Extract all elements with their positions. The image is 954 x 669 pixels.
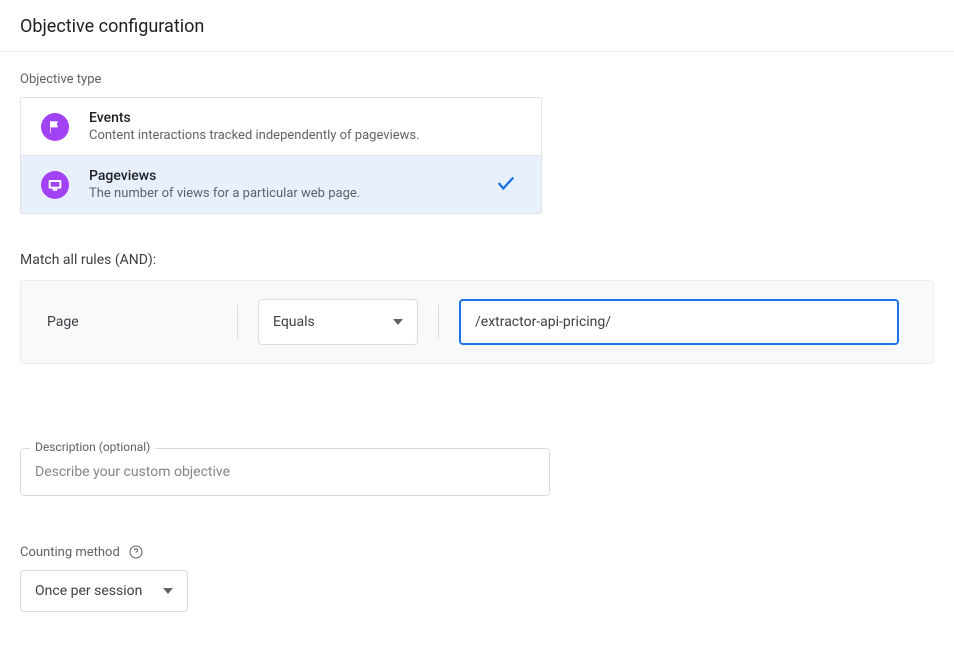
option-pageviews-title: Pageviews — [89, 168, 521, 184]
counting-method-section: Counting method Once per session — [20, 544, 934, 612]
spacer — [0, 364, 954, 448]
objective-type-label: Objective type — [20, 72, 934, 87]
flag-icon — [41, 113, 69, 141]
option-events[interactable]: Events Content interactions tracked inde… — [21, 98, 541, 155]
rules-label: Match all rules (AND): — [0, 252, 954, 268]
option-pageviews-text: Pageviews The number of views for a part… — [89, 168, 521, 201]
separator — [438, 305, 439, 339]
description-field: Description (optional) — [20, 448, 550, 496]
check-icon — [495, 172, 517, 198]
page-title: Objective configuration — [0, 0, 954, 52]
rule-row: Page Equals — [20, 280, 934, 364]
display-icon — [41, 171, 69, 199]
counting-method-label-row: Counting method — [20, 544, 934, 560]
rule-value-input[interactable] — [459, 299, 899, 345]
description-input[interactable] — [20, 448, 550, 496]
option-pageviews-desc: The number of views for a particular web… — [89, 186, 521, 201]
chevron-down-icon — [393, 319, 403, 325]
objective-type-section: Objective type Events Content interactio… — [0, 52, 954, 234]
rule-operator-select[interactable]: Equals — [258, 299, 418, 345]
counting-method-select[interactable]: Once per session — [20, 570, 188, 612]
counting-method-value: Once per session — [35, 583, 142, 599]
option-events-text: Events Content interactions tracked inde… — [89, 110, 521, 143]
rule-field-label: Page — [47, 314, 217, 330]
option-pageviews[interactable]: Pageviews The number of views for a part… — [21, 155, 541, 213]
rule-operator-value: Equals — [273, 314, 315, 330]
counting-method-label: Counting method — [20, 545, 120, 560]
description-float-label: Description (optional) — [30, 440, 155, 454]
separator — [237, 305, 238, 339]
option-events-title: Events — [89, 110, 521, 126]
objective-type-options: Events Content interactions tracked inde… — [20, 97, 542, 214]
help-icon[interactable] — [128, 544, 144, 560]
option-events-desc: Content interactions tracked independent… — [89, 128, 521, 143]
chevron-down-icon — [163, 588, 173, 594]
